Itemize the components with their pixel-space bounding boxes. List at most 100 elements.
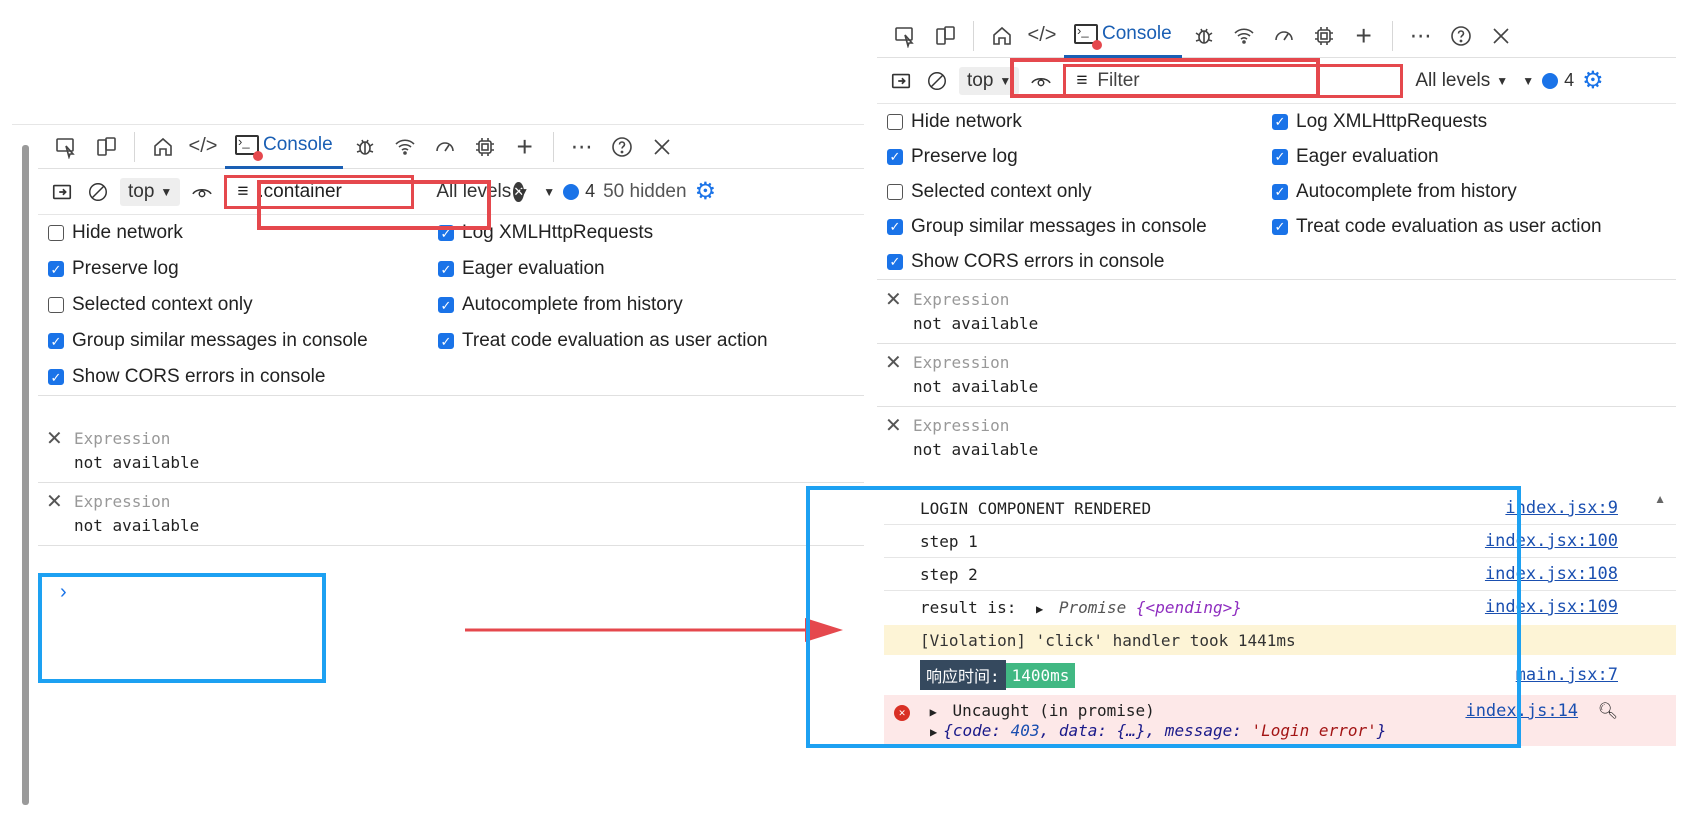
close-icon[interactable] [644,129,680,165]
checkbox-icon[interactable] [1272,183,1288,200]
remove-expression-icon[interactable]: ✕ [885,287,902,312]
checkbox-group-similar[interactable]: Group similar messages in console [877,209,1262,244]
settings-left-column: Hide network Preserve log Selected conte… [38,215,428,395]
checkbox-autocomplete[interactable]: Autocomplete from history [1262,174,1676,209]
device-toolbar-icon[interactable] [927,18,963,54]
checkbox-icon[interactable] [48,225,64,241]
more-icon[interactable]: ⋯ [564,129,600,165]
checkbox-preserve-log[interactable]: Preserve log [877,139,1262,174]
console-settings: Hide network Preserve log Selected conte… [38,215,864,396]
caret-down-icon: ▼ [1496,73,1509,88]
remove-expression-icon[interactable]: ✕ [46,426,63,451]
elements-icon[interactable]: </> [1024,18,1060,54]
scrollbar[interactable] [22,145,29,805]
elements-icon[interactable]: </> [185,129,221,165]
expression-label[interactable]: Expression [74,492,170,511]
checkbox-eager-eval[interactable]: Eager evaluation [1262,139,1676,174]
console-settings: Hide network Preserve log Selected conte… [877,104,1676,280]
highlight-console-output [806,486,1521,748]
clear-console-icon[interactable] [923,67,951,95]
message-count-badge[interactable]: 4 [1542,70,1574,91]
checkbox-icon[interactable] [48,369,64,385]
wifi-icon[interactable] [387,129,423,165]
add-tool-icon[interactable]: + [1346,18,1382,54]
checkbox-autocomplete[interactable]: Autocomplete from history [428,287,864,323]
live-expressions: ✕ Expression not available ✕ Expression no… [877,281,1676,469]
remove-expression-icon[interactable]: ✕ [46,489,63,514]
log-source-link[interactable]: main.jsx:7 [1516,665,1618,685]
live-expression: ✕ Expression not available [877,407,1676,469]
more-icon[interactable]: ⋯ [1403,18,1439,54]
bug-icon[interactable] [1186,18,1222,54]
checkbox-label: Treat code evaluation as user action [1296,215,1602,237]
add-tool-icon[interactable]: + [507,129,543,165]
remove-expression-icon[interactable]: ✕ [885,350,902,375]
wifi-icon[interactable] [1226,18,1262,54]
bug-icon[interactable] [347,129,383,165]
checkbox-icon[interactable] [887,183,903,200]
settings-gear-icon[interactable]: ⚙ [695,177,717,206]
checkbox-icon[interactable] [438,261,454,277]
performance-icon[interactable] [1266,18,1302,54]
checkbox-icon[interactable] [887,113,903,130]
checkbox-group-similar[interactable]: Group similar messages in console [38,323,428,359]
log-source-link[interactable]: index.jsx:9 [1505,498,1618,518]
checkbox-icon[interactable] [48,261,64,277]
expression-label[interactable]: Expression [913,416,1009,435]
expression-label[interactable]: Expression [913,353,1009,372]
checkbox-cors-errors[interactable]: Show CORS errors in console [877,244,1262,279]
checkbox-cors-errors[interactable]: Show CORS errors in console [38,359,428,395]
checkbox-label: Hide network [72,222,183,243]
help-icon[interactable] [1443,18,1479,54]
message-count-badge[interactable]: 4 [563,181,595,202]
performance-icon[interactable] [427,129,463,165]
close-icon[interactable] [1483,18,1519,54]
home-icon[interactable] [145,129,181,165]
device-toolbar-icon[interactable] [88,129,124,165]
checkbox-hide-network[interactable]: Hide network [877,104,1262,139]
search-icon[interactable]: 🔍︎ [1598,701,1618,720]
settings-left-column: Hide network Preserve log Selected conte… [877,104,1262,279]
checkbox-treat-user-action[interactable]: Treat code evaluation as user action [428,323,864,359]
expression-label[interactable]: Expression [913,290,1009,309]
checkbox-label: Group similar messages in console [911,215,1207,237]
checkbox-log-xhr[interactable]: Log XMLHttpRequests [428,215,864,251]
clear-console-icon[interactable] [84,178,112,206]
checkbox-icon[interactable] [1272,113,1288,130]
checkbox-icon[interactable] [48,333,64,349]
checkbox-icon[interactable] [438,333,454,349]
levels-label: All levels [1415,69,1491,91]
levels-dropdown[interactable]: All levels ▼ ▼ [1415,70,1534,92]
memory-chip-icon[interactable] [467,129,503,165]
sidebar-toggle-icon[interactable] [48,178,76,206]
inspect-element-icon[interactable] [887,18,923,54]
tab-console-label: Console [1102,23,1172,44]
checkbox-selected-context[interactable]: Selected context only [877,174,1262,209]
remove-expression-icon[interactable]: ✕ [885,413,902,438]
checkbox-icon[interactable] [438,297,454,313]
checkbox-icon[interactable] [887,148,903,165]
checkbox-icon[interactable] [887,253,903,270]
memory-chip-icon[interactable] [1306,18,1342,54]
sidebar-toggle-icon[interactable] [887,67,915,95]
checkbox-eager-eval[interactable]: Eager evaluation [428,251,864,287]
inspect-element-icon[interactable] [48,129,84,165]
tab-console[interactable]: Console [225,125,343,169]
live-expression-eye-icon[interactable] [188,178,216,206]
help-icon[interactable] [604,129,640,165]
checkbox-log-xhr[interactable]: Log XMLHttpRequests [1262,104,1676,139]
settings-gear-icon[interactable]: ⚙ [1582,66,1604,95]
home-icon[interactable] [984,18,1020,54]
checkbox-selected-context[interactable]: Selected context only [38,287,428,323]
tab-console[interactable]: Console [1064,14,1182,58]
checkbox-preserve-log[interactable]: Preserve log [38,251,428,287]
checkbox-icon[interactable] [48,297,64,313]
checkbox-label: Eager evaluation [1296,145,1439,167]
checkbox-icon[interactable] [887,218,903,235]
checkbox-icon[interactable] [1272,218,1288,235]
checkbox-icon[interactable] [1272,148,1288,165]
expression-label[interactable]: Expression [74,429,170,448]
highlight-empty-console [38,573,326,683]
checkbox-treat-user-action[interactable]: Treat code evaluation as user action [1262,209,1676,244]
context-select[interactable]: top ▼ [120,177,181,206]
